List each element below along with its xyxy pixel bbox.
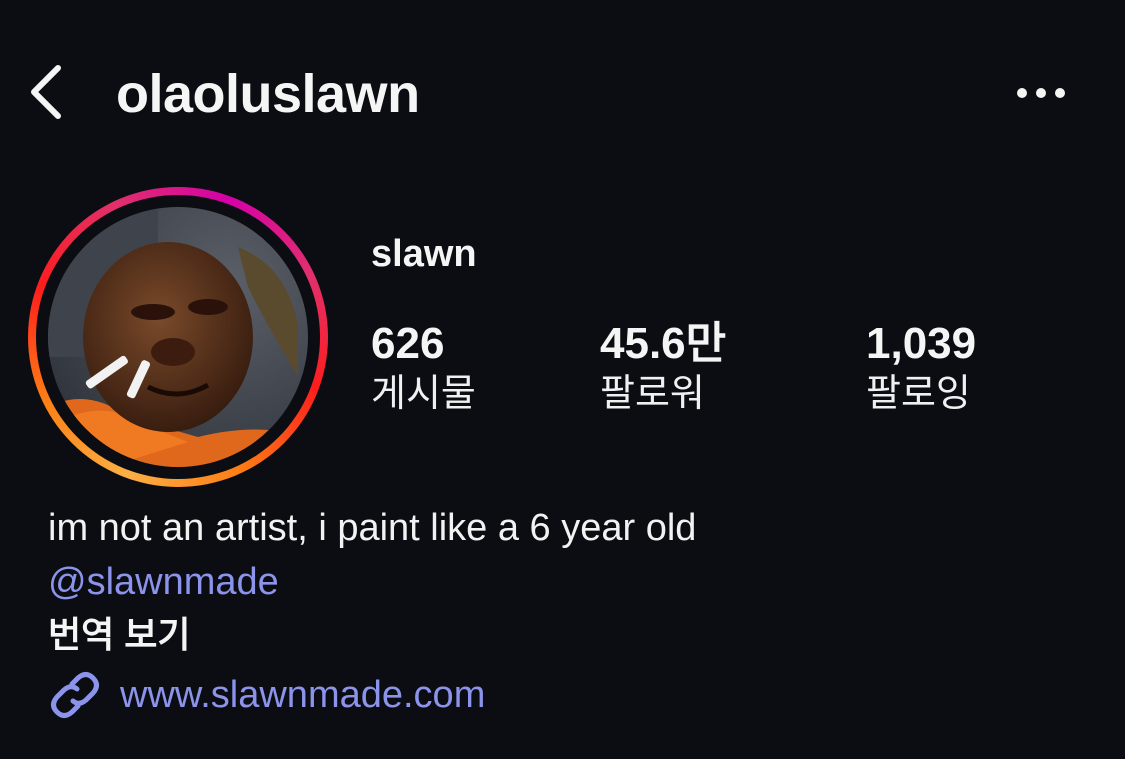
bio-mention-link[interactable]: @slawnmade bbox=[48, 559, 279, 605]
chevron-left-icon bbox=[31, 65, 61, 119]
more-horizontal-icon bbox=[1017, 88, 1065, 98]
following-count[interactable]: 1,039 팔로잉 bbox=[866, 318, 976, 418]
link-icon bbox=[51, 672, 99, 718]
followers-count[interactable]: 45.6만 팔로워 bbox=[600, 318, 726, 418]
profile-header: olaoluslawn bbox=[0, 0, 1125, 190]
see-translation-button[interactable]: 번역 보기 bbox=[48, 612, 190, 658]
profile-photo bbox=[48, 207, 308, 467]
back-button[interactable] bbox=[24, 62, 68, 122]
posts-count[interactable]: 626 게시물 bbox=[371, 318, 476, 418]
followers-value: 45.6만 bbox=[600, 319, 727, 368]
bio-text: im not an artist, i paint like a 6 year … bbox=[48, 507, 697, 549]
posts-label: 게시물 bbox=[371, 373, 476, 415]
followers-label: 팔로워 bbox=[600, 373, 705, 415]
header-username: olaoluslawn bbox=[116, 64, 420, 124]
display-name: slawn bbox=[371, 233, 477, 275]
following-label: 팔로잉 bbox=[866, 373, 971, 415]
posts-value: 626 bbox=[371, 319, 445, 368]
following-value: 1,039 bbox=[866, 319, 977, 368]
story-ring[interactable] bbox=[28, 187, 328, 487]
website-link-text: www.slawnmade.com bbox=[120, 674, 486, 716]
more-options-button[interactable] bbox=[1012, 78, 1072, 108]
